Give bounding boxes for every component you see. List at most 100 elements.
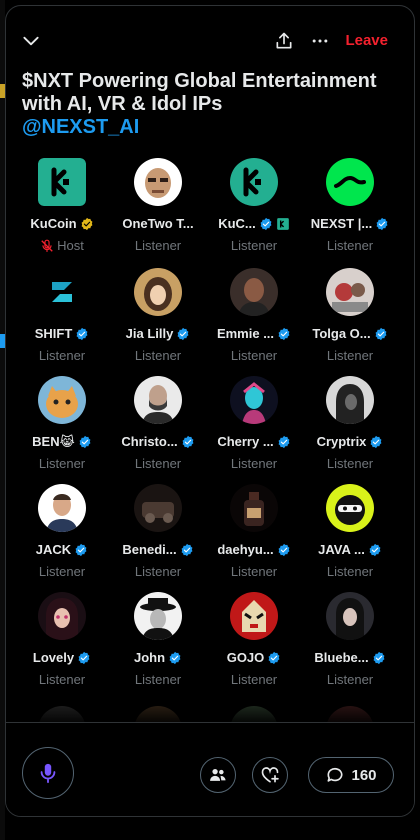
hat-man-avatar[interactable] <box>134 592 182 640</box>
participant-role-text: Listener <box>326 672 374 687</box>
participant-card[interactable]: JACK Listener <box>14 484 110 592</box>
participant-name-text: KuC... <box>218 216 256 231</box>
participant-role-text: Listener <box>326 348 374 363</box>
participant-role: Listener <box>110 348 206 363</box>
participant-role: Listener <box>14 456 110 471</box>
participant-name-text: John <box>133 650 166 665</box>
space-handle-link[interactable]: @NEXST_AI <box>22 116 402 139</box>
anime-dark-avatar[interactable] <box>326 592 374 640</box>
kucoin-logo-avatar[interactable] <box>230 158 278 206</box>
shift-logo-avatar[interactable] <box>38 268 86 316</box>
more-options-button[interactable] <box>305 26 335 56</box>
people-button[interactable] <box>200 757 236 793</box>
participant-card[interactable]: Emmie ... Listener <box>206 268 302 376</box>
man-avatar[interactable] <box>134 376 182 424</box>
verified-gold-badge-icon <box>81 217 93 230</box>
anime-girl-dark-avatar[interactable] <box>38 592 86 640</box>
portrait-avatar[interactable] <box>230 268 278 316</box>
photo-avatar[interactable] <box>326 268 374 316</box>
participant-name-text: JACK <box>35 542 72 557</box>
collapse-button[interactable] <box>16 26 46 56</box>
anime-girl-avatar[interactable] <box>134 268 182 316</box>
participant-name-text: GOJO <box>226 650 265 665</box>
participant-name-text: Jia Lilly <box>125 326 174 341</box>
verified-badge-icon <box>278 327 290 340</box>
participant-role: Listener <box>110 672 206 687</box>
ninja-avatar[interactable] <box>326 484 374 532</box>
verified-badge-icon <box>370 435 382 448</box>
participant-card[interactable]: daehyu... Listener <box>206 484 302 592</box>
verified-badge-icon <box>79 435 91 449</box>
participant-card[interactable]: GOJO Listener <box>206 592 302 700</box>
machine-avatar[interactable] <box>134 484 182 532</box>
participant-name: Emmie ... <box>206 326 302 341</box>
participant-role: Listener <box>14 672 110 687</box>
verified-badge-icon <box>369 543 381 556</box>
verified-badge-icon <box>76 327 88 340</box>
verified-badge-icon <box>78 651 90 664</box>
participant-role-text: Host <box>57 238 84 253</box>
participant-role-text: Listener <box>38 348 86 363</box>
participant-name-text: JAVA ... <box>318 542 365 557</box>
space-panel: Leave $NXT Powering Global Entertainment… <box>5 5 415 817</box>
participant-role-text: Listener <box>38 672 86 687</box>
react-button[interactable] <box>252 757 288 793</box>
participant-role: Listener <box>110 456 206 471</box>
man-smiling-avatar[interactable] <box>38 484 86 532</box>
participant-name: JACK <box>14 542 110 557</box>
cartoon-face-avatar[interactable] <box>134 158 182 206</box>
participant-card[interactable]: Tolga O... Listener <box>302 268 398 376</box>
participant-card[interactable]: KuC... Listener <box>206 158 302 266</box>
participant-name: John <box>110 650 206 665</box>
participant-card[interactable]: JAVA ... Listener <box>302 484 398 592</box>
participant-card[interactable]: OneTwo T... Listener <box>110 158 206 266</box>
participant-card[interactable]: Cryptrix Listener <box>302 376 398 484</box>
participant-name-text: KuCoin <box>30 216 77 231</box>
participant-name-text: OneTwo T... <box>122 216 194 231</box>
participant-card[interactable]: Jia Lilly Listener <box>110 268 206 376</box>
participant-name-text: Christo... <box>121 434 178 449</box>
participant-name: Bluebe... <box>302 650 398 665</box>
microphone-icon <box>40 763 56 784</box>
participant-name-text: Cryptrix <box>316 434 367 449</box>
participant-role: Host <box>14 238 110 253</box>
participant-card[interactable]: Cherry ... Listener <box>206 376 302 484</box>
bottle-avatar[interactable] <box>230 484 278 532</box>
nexst-logo-avatar[interactable] <box>326 158 374 206</box>
participant-card[interactable]: Lovely Listener <box>14 592 110 700</box>
hooded-avatar[interactable] <box>326 376 374 424</box>
participant-card[interactable]: Benedi... Listener <box>110 484 206 592</box>
red-mask-avatar[interactable] <box>230 592 278 640</box>
participant-name: Lovely <box>14 650 110 665</box>
participant-name: Jia Lilly <box>110 326 206 341</box>
participant-name-text: Cherry ... <box>217 434 274 449</box>
participant-card[interactable]: BEN😹 Listener <box>14 376 110 484</box>
participant-role-text: Listener <box>326 456 374 471</box>
participant-card[interactable]: NEXST |... Listener <box>302 158 398 266</box>
participant-name: Cherry ... <box>206 434 302 449</box>
participant-card[interactable]: Bluebe... Listener <box>302 592 398 700</box>
comments-button[interactable]: 160 <box>308 757 394 793</box>
participant-role: Listener <box>302 564 398 579</box>
kucoin-logo-avatar[interactable] <box>38 158 86 206</box>
cyber-avatar[interactable] <box>230 376 278 424</box>
participant-card[interactable]: SHIFT Listener <box>14 268 110 376</box>
participant-card[interactable]: Christo... Listener <box>110 376 206 484</box>
leave-button[interactable]: Leave <box>345 32 388 49</box>
participant-role-text: Listener <box>134 348 182 363</box>
participant-role-text: Listener <box>134 564 182 579</box>
participant-name: GOJO <box>206 650 302 665</box>
participant-name-text: Tolga O... <box>312 326 371 341</box>
comment-count: 160 <box>351 766 377 784</box>
share-button[interactable] <box>269 26 299 56</box>
participant-role-text: Listener <box>38 456 86 471</box>
participant-role: Listener <box>14 564 110 579</box>
participant-role-text: Listener <box>230 564 278 579</box>
participant-card[interactable]: KuCoin Host <box>14 158 110 266</box>
participant-role-text: Listener <box>230 348 278 363</box>
cat-avatar[interactable] <box>38 376 86 424</box>
participant-role: Listener <box>302 348 398 363</box>
participant-card[interactable]: John Listener <box>110 592 206 700</box>
verified-badge-icon <box>278 543 290 556</box>
mic-button[interactable] <box>22 747 74 799</box>
